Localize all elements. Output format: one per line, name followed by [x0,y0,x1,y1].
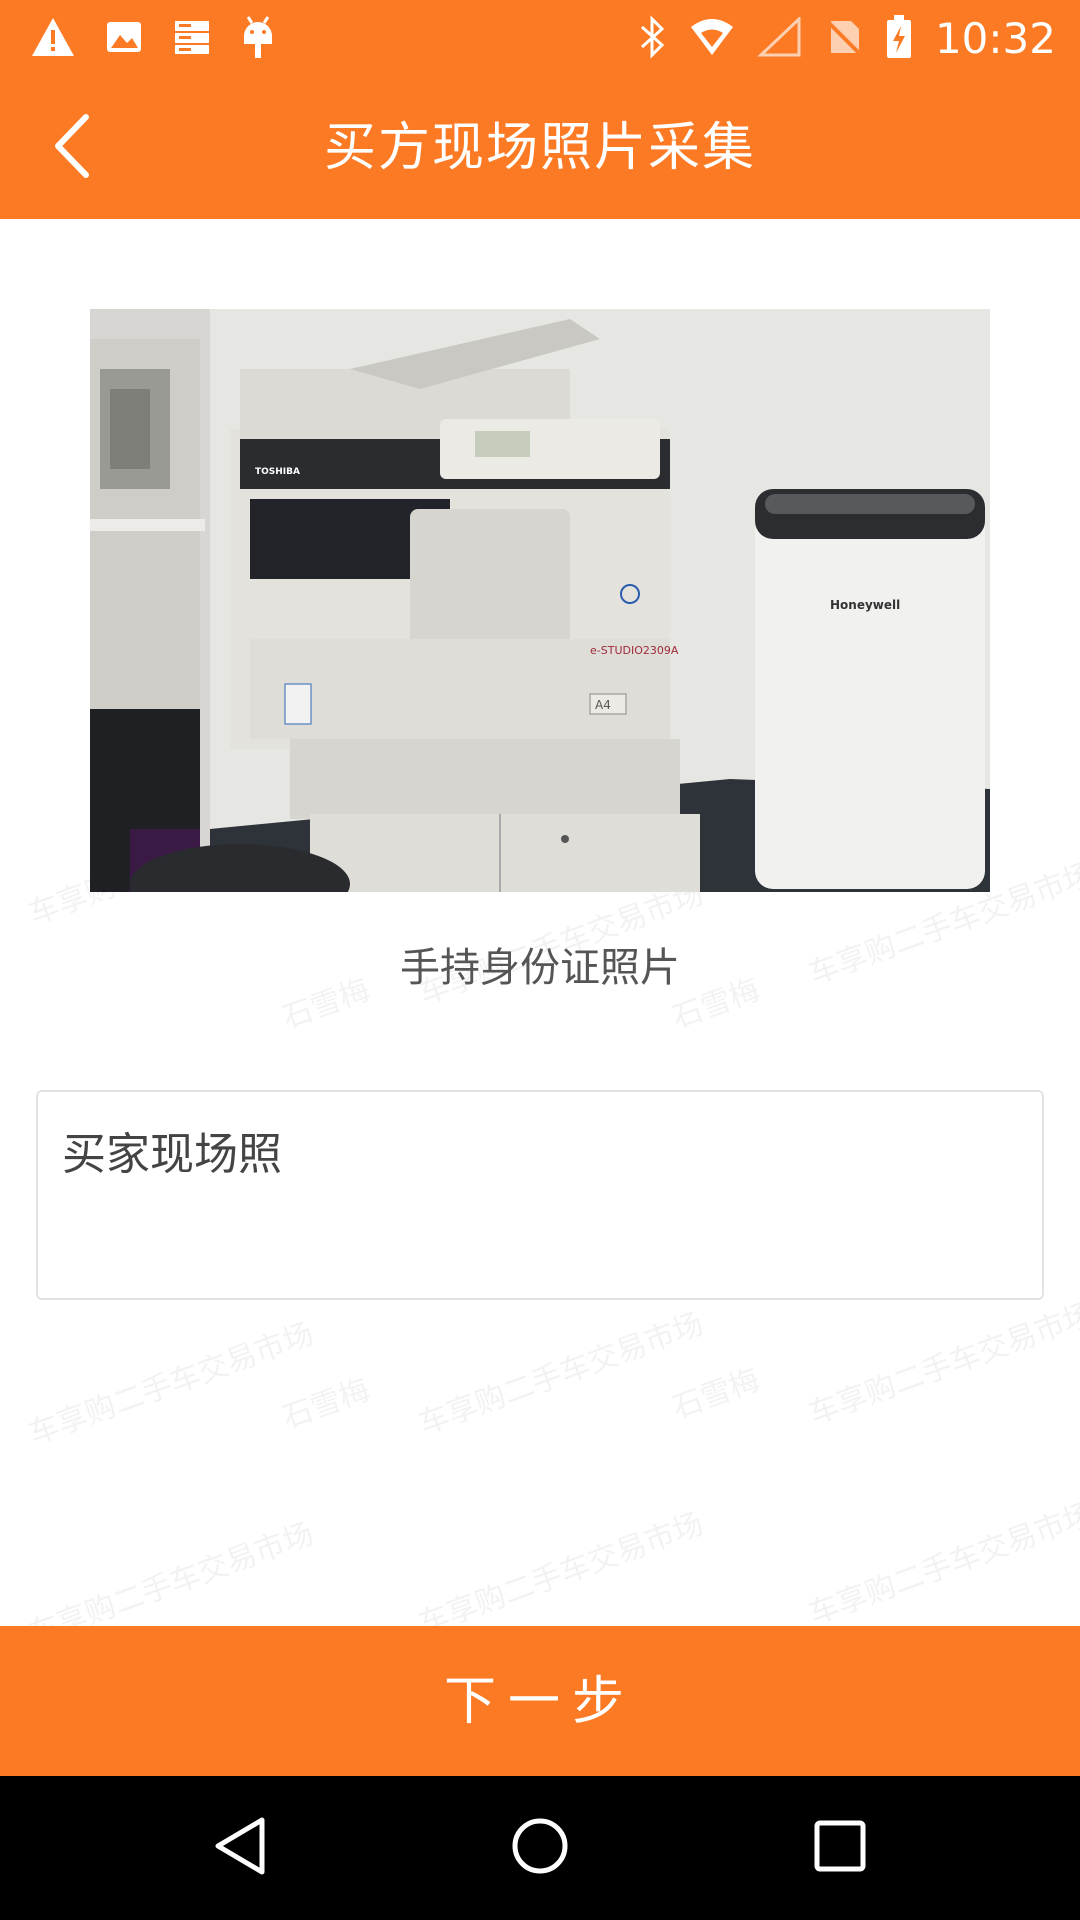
circle-home-icon [510,1816,570,1880]
watermark: 车享购二手车交易市场 [414,1506,709,1626]
battery-charging-icon [885,14,913,64]
note-field[interactable]: 买家现场照 [36,1090,1044,1300]
watermark: 石雪梅 [277,1372,375,1437]
square-recents-icon [813,1819,867,1877]
back-button[interactable] [36,108,108,188]
bluetooth-icon [637,15,667,63]
signal-icon [757,15,801,61]
app-bar: 买方现场照片采集 [0,78,1080,219]
triangle-back-icon [212,1816,268,1880]
watermark: 石雪梅 [667,1362,765,1427]
watermark: 车享购二手车交易市场 [414,1306,709,1443]
storage-icon [172,17,212,61]
paper-size-label: A4 [595,698,611,712]
printer-model-label: e-STUDIO2309A [590,644,679,657]
nav-home-button[interactable] [504,1812,576,1884]
buyer-photo[interactable]: TOSHIBA e-STUDIO2309A A4 Honeywell [90,309,990,892]
printer-brand-label: TOSHIBA [255,467,300,477]
system-nav-bar [0,1776,1080,1920]
next-step-button[interactable]: 下一步 [0,1626,1080,1776]
content-area: 车享购二手车交易市场 石雪梅 车享购二手车交易市场 石雪梅 车享购二手车交易市场… [0,219,1080,1626]
watermark: 车享购二手车交易市场 [24,1516,319,1626]
photo-caption: 手持身份证照片 [400,945,680,991]
purifier-brand-label: Honeywell [830,598,900,612]
wifi-icon [689,17,735,61]
nav-recents-button[interactable] [804,1812,876,1884]
warning-icon [30,16,76,62]
android-icon [240,14,276,64]
status-bar: 10:32 [0,0,1080,78]
status-time: 10:32 [934,14,1056,63]
photo-illustration: TOSHIBA e-STUDIO2309A A4 Honeywell [90,309,990,892]
image-icon [104,17,144,61]
nav-back-button[interactable] [204,1812,276,1884]
watermark: 车享购二手车交易市场 [804,1296,1080,1433]
notification-icons [30,14,276,64]
watermark: 车享购二手车交易市场 [24,1316,319,1453]
watermark: 车享购二手车交易市场 [804,1496,1080,1626]
note-input[interactable]: 买家现场照 [62,1118,1018,1272]
chevron-left-icon [50,111,94,185]
page-title: 买方现场照片采集 [323,118,756,178]
no-sim-icon [823,17,863,61]
system-icons: 10:32 [637,8,1056,70]
